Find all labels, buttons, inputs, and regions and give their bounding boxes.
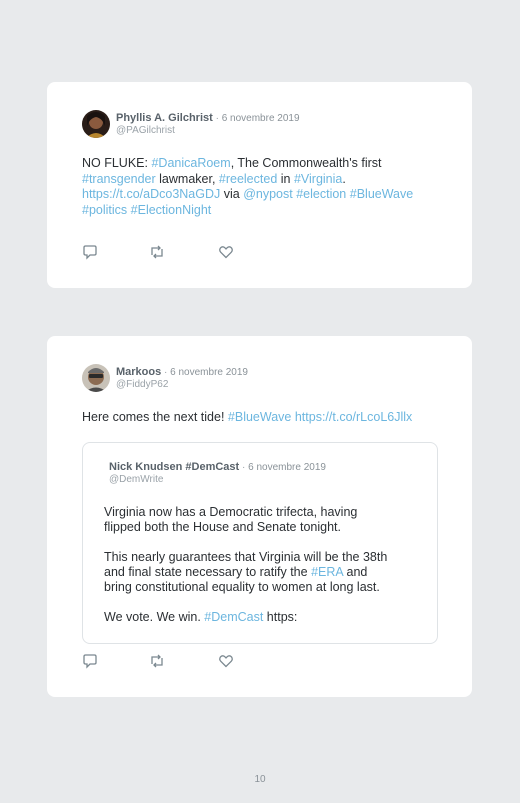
retweet-icon[interactable] bbox=[149, 653, 165, 669]
hashtag-link[interactable]: #transgender bbox=[82, 172, 156, 186]
hashtag-link[interactable]: #ERA bbox=[311, 565, 343, 579]
tweet-text: Here comes the next tide! #BlueWave http… bbox=[82, 410, 452, 426]
quote-paragraph: This nearly guarantees that Virginia wil… bbox=[104, 550, 424, 596]
quote-author-handle[interactable]: @DemWrite bbox=[109, 474, 163, 485]
tweet-date[interactable]: 6 novembre 2019 bbox=[222, 113, 300, 124]
tweet-card: Phyllis A. Gilchrist · 6 novembre 2019 @… bbox=[47, 82, 472, 288]
hashtag-link[interactable]: #DemCast bbox=[204, 610, 263, 624]
url-link[interactable]: https://t.co/rLcoL6Jllx bbox=[295, 410, 412, 424]
text-fragment: . bbox=[342, 171, 346, 186]
text-line: flipped both the House and Senate tonigh… bbox=[104, 520, 341, 535]
author-name[interactable]: Markoos bbox=[116, 366, 161, 378]
hashtag-link[interactable]: #election bbox=[296, 187, 346, 201]
text-fragment: via bbox=[220, 187, 244, 201]
text-fragment: and final state necessary to ratify the bbox=[104, 565, 312, 580]
like-icon[interactable] bbox=[218, 244, 234, 260]
tweet-date[interactable]: 6 novembre 2019 bbox=[170, 367, 248, 378]
avatar[interactable] bbox=[82, 364, 110, 392]
text-fragment: , The Commonwealth's first bbox=[230, 156, 382, 170]
reply-icon[interactable] bbox=[82, 244, 98, 260]
author-handle[interactable]: @FiddyP62 bbox=[116, 379, 168, 391]
text-fragment: Here comes the next tide! bbox=[82, 410, 228, 424]
text-line: This nearly guarantees that Virginia wil… bbox=[104, 550, 388, 564]
author-handle[interactable]: @PAGilchrist bbox=[116, 125, 175, 137]
quote-date[interactable]: 6 novembre 2019 bbox=[248, 462, 326, 473]
tweet-actions bbox=[82, 244, 282, 260]
hashtag-link[interactable]: #ElectionNight bbox=[131, 203, 212, 217]
quote-header: Nick Knudsen #DemCast · 6 novembre 2019 bbox=[109, 461, 326, 474]
separator: · bbox=[242, 462, 246, 473]
tweet-card: Markoos · 6 novembre 2019 @FiddyP62 Here… bbox=[47, 336, 472, 697]
like-icon[interactable] bbox=[218, 653, 234, 669]
text-fragment: in bbox=[277, 171, 294, 186]
url-link[interactable]: https://t.co/aDco3NaGDJ bbox=[82, 187, 220, 201]
tweet-header: Markoos · 6 novembre 2019 bbox=[116, 366, 248, 379]
tweet-text: NO FLUKE: #DanicaRoem, The Commonwealth'… bbox=[82, 156, 452, 218]
quote-paragraph: Virginia now has a Democratic trifecta, … bbox=[104, 505, 424, 535]
author-name[interactable]: Phyllis A. Gilchrist bbox=[116, 112, 213, 124]
text-line: Virginia now has a Democratic trifecta, … bbox=[104, 505, 358, 519]
hashtag-link[interactable]: #BlueWave bbox=[350, 187, 413, 201]
separator: · bbox=[215, 113, 219, 124]
text-line: bring constitutional equality to women a… bbox=[104, 580, 380, 595]
text-fragment: NO FLUKE: bbox=[82, 156, 152, 170]
text-fragment: https: bbox=[263, 610, 298, 624]
separator: · bbox=[164, 367, 168, 378]
avatar[interactable] bbox=[82, 110, 110, 138]
text-fragment: and bbox=[343, 565, 368, 580]
tweet-actions bbox=[82, 653, 282, 669]
hashtag-link[interactable]: #reelected bbox=[219, 172, 277, 186]
mention-link[interactable]: @nypost bbox=[243, 187, 293, 201]
quoted-tweet[interactable]: Nick Knudsen #DemCast · 6 novembre 2019 … bbox=[82, 442, 438, 644]
quote-author-name[interactable]: Nick Knudsen #DemCast bbox=[109, 461, 239, 473]
hashtag-link[interactable]: #Virginia bbox=[294, 172, 342, 186]
retweet-icon[interactable] bbox=[149, 244, 165, 260]
hashtag-link[interactable]: #DanicaRoem bbox=[151, 156, 230, 170]
tweet-header: Phyllis A. Gilchrist · 6 novembre 2019 bbox=[116, 112, 300, 125]
page-number: 10 bbox=[254, 774, 266, 785]
reply-icon[interactable] bbox=[82, 653, 98, 669]
hashtag-link[interactable]: #BlueWave bbox=[228, 410, 291, 424]
text-fragment: lawmaker, bbox=[155, 171, 219, 186]
hashtag-link[interactable]: #politics bbox=[82, 203, 127, 217]
quote-paragraph: We vote. We win. #DemCast https: bbox=[104, 610, 424, 625]
text-fragment: We vote. We win. bbox=[104, 610, 205, 624]
